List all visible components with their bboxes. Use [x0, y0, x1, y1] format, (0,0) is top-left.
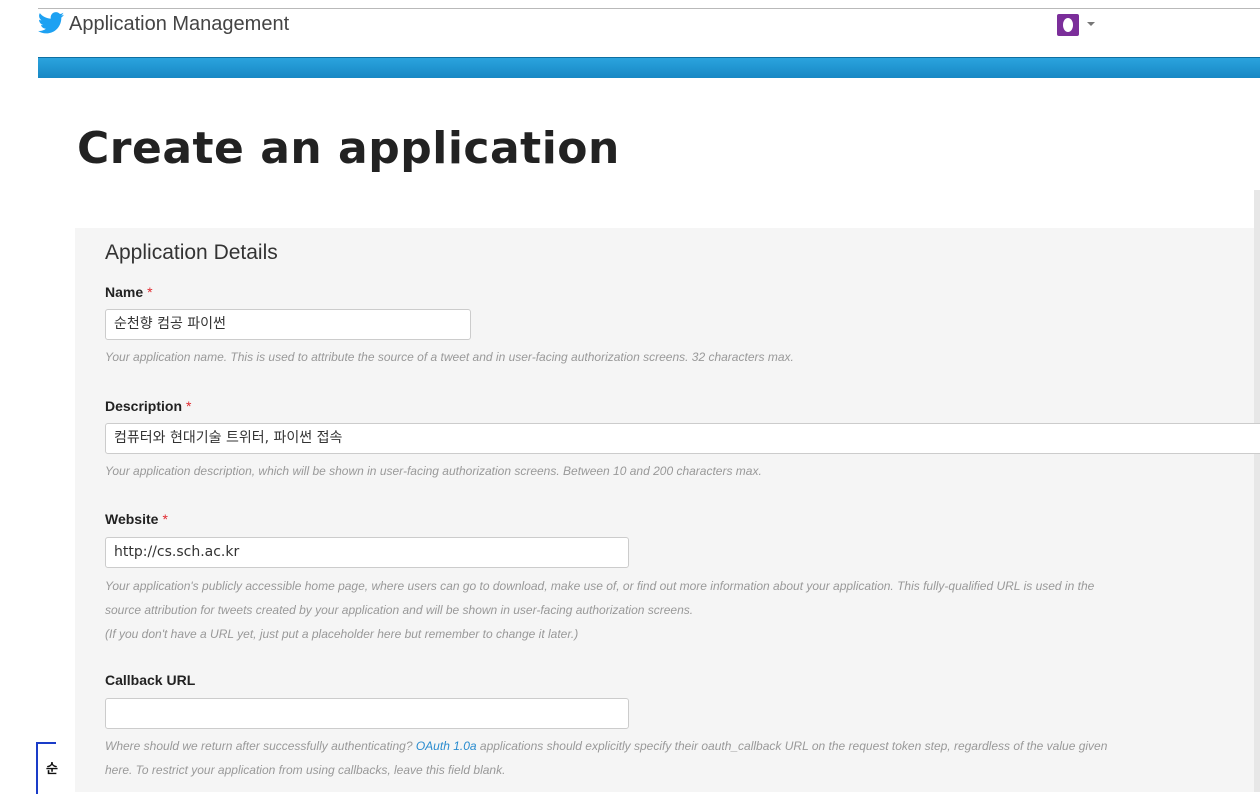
panel-edge — [1254, 190, 1260, 792]
twitter-bird-icon[interactable] — [38, 12, 64, 34]
side-tab-label: 순 — [46, 762, 58, 777]
app-title[interactable]: Application Management — [69, 12, 289, 36]
website-help-line-2: source attribution for tweets created by… — [105, 603, 694, 617]
user-avatar-icon[interactable] — [1057, 14, 1079, 36]
callback-url-input[interactable] — [105, 698, 629, 729]
header-accent-bar — [38, 57, 1260, 78]
website-label-text: Website — [105, 511, 159, 527]
callback-help-suffix: applications should explicitly specify t… — [479, 739, 1108, 753]
required-marker: * — [147, 284, 153, 300]
website-help-line-1: Your application's publicly accessible h… — [105, 579, 1095, 593]
name-label: Name * — [105, 283, 153, 301]
description-help: Your application description, which will… — [105, 464, 762, 478]
website-input[interactable]: http://cs.sch.ac.kr — [105, 537, 629, 568]
description-input[interactable]: 컴퓨터와 현대기술 트위터, 파이썬 접속 — [105, 423, 1260, 454]
description-label: Description * — [105, 397, 191, 415]
website-help-line-3: (If you don't have a URL yet, just put a… — [105, 627, 579, 641]
name-help: Your application name. This is used to a… — [105, 350, 794, 364]
callback-help-line-1: Where should we return after successfull… — [105, 733, 1107, 759]
required-marker: * — [186, 398, 192, 414]
callback-help-line-2: here. To restrict your application from … — [105, 763, 506, 777]
oauth-link[interactable]: OAuth 1.0a — [416, 739, 477, 753]
callback-help-prefix: Where should we return after successfull… — [105, 739, 413, 753]
avatar-figure — [1063, 18, 1073, 32]
caret-down-icon[interactable] — [1087, 22, 1095, 26]
side-tab[interactable]: 순 — [36, 742, 58, 794]
name-input[interactable]: 순천향 컴공 파이썬 — [105, 309, 471, 340]
description-label-text: Description — [105, 398, 183, 414]
name-label-text: Name — [105, 284, 144, 300]
required-marker: * — [162, 511, 168, 527]
section-title: Application Details — [105, 241, 278, 264]
website-label: Website * — [105, 510, 168, 528]
page-title: Create an application — [77, 123, 620, 174]
callback-url-label: Callback URL — [105, 672, 196, 688]
